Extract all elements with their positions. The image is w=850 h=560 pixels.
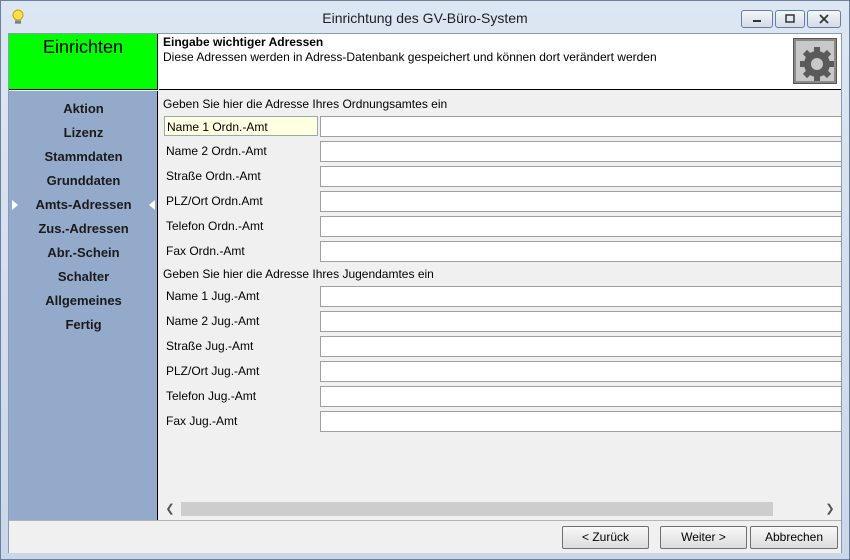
field-label: Straße Jug.-Amt [166, 339, 254, 353]
jug-street-input[interactable] [320, 336, 841, 357]
minimize-button[interactable] [741, 10, 773, 28]
close-icon [819, 14, 829, 24]
back-button[interactable]: < Zurück [562, 526, 649, 549]
field-label: PLZ/Ort Jug.-Amt [166, 364, 260, 378]
sidebar-item-schalter[interactable]: Schalter [9, 267, 158, 287]
sidebar-nav: Aktion Lizenz Stammdaten Grunddaten Amts… [9, 91, 158, 520]
jug-name1-input[interactable] [320, 286, 841, 307]
sidebar-item-zus-adressen[interactable]: Zus.-Adressen [9, 219, 158, 239]
field-label: Fax Jug.-Amt [166, 414, 238, 428]
ordnungsamt-heading: Geben Sie hier die Adresse Ihres Ordnung… [163, 97, 448, 111]
scrollbar-thumb[interactable] [181, 502, 773, 516]
sidebar-item-lizenz[interactable]: Lizenz [9, 123, 158, 143]
jug-zip-city-input[interactable] [320, 361, 841, 382]
page-header: Eingabe wichtiger Adressen Diese Adresse… [159, 34, 841, 90]
horizontal-scrollbar[interactable]: ❮ ❯ [159, 499, 841, 519]
jug-fax-input[interactable] [320, 411, 841, 432]
maximize-icon [785, 14, 795, 23]
cancel-button[interactable]: Abbrechen [750, 526, 838, 549]
sidebar-item-amts-adressen[interactable]: Amts-Adressen [9, 195, 158, 215]
address-form: Geben Sie hier die Adresse Ihres Ordnung… [159, 91, 841, 520]
field-label: Name 2 Ordn.-Amt [166, 144, 267, 158]
sidebar-item-abr-schein[interactable]: Abr.-Schein [9, 243, 158, 263]
client-area: Einrichten Eingabe wichtiger Adressen Di… [8, 33, 842, 553]
page-title: Eingabe wichtiger Adressen [163, 35, 324, 49]
setup-window: Einrichtung des GV-Büro-System Einrichte… [0, 0, 850, 560]
jug-phone-input[interactable] [320, 386, 841, 407]
field-label: Telefon Ordn.-Amt [166, 219, 264, 233]
maximize-button[interactable] [775, 10, 805, 28]
sidebar-item-allgemeines[interactable]: Allgemeines [9, 291, 158, 311]
field-label: PLZ/Ort Ordn.Amt [166, 194, 263, 208]
next-button[interactable]: Weiter > [660, 526, 747, 549]
scroll-left-icon[interactable]: ❮ [163, 501, 177, 517]
window-title: Einrichtung des GV-Büro-System [322, 10, 528, 26]
ordn-fax-input[interactable] [320, 241, 841, 262]
ordn-phone-input[interactable] [320, 216, 841, 237]
selected-arrow-right-icon [149, 200, 155, 210]
field-label: Telefon Jug.-Amt [166, 389, 257, 403]
field-label: Name 1 Jug.-Amt [166, 289, 260, 303]
ordn-zip-city-input[interactable] [320, 191, 841, 212]
jug-name2-input[interactable] [320, 311, 841, 332]
sidebar-item-stammdaten[interactable]: Stammdaten [9, 147, 158, 167]
field-label: Straße Ordn.-Amt [166, 169, 261, 183]
sidebar-item-label: Amts-Adressen [35, 197, 132, 212]
jugendamt-heading: Geben Sie hier die Adresse Ihres Jugenda… [163, 267, 434, 281]
ordn-name1-input[interactable] [320, 116, 841, 137]
field-label: Fax Ordn.-Amt [166, 244, 245, 258]
section-label: Einrichten [42, 37, 124, 57]
close-button[interactable] [807, 10, 841, 28]
button-bar: < Zurück Weiter > Abbrechen [9, 520, 841, 553]
ordn-name2-input[interactable] [320, 141, 841, 162]
gear-icon [793, 38, 837, 84]
field-label: Name 2 Jug.-Amt [166, 314, 260, 328]
section-panel: Einrichten [9, 34, 158, 90]
title-bar[interactable]: Einrichtung des GV-Büro-System [1, 1, 849, 33]
page-subtitle: Diese Adressen werden in Adress-Datenban… [163, 50, 657, 64]
ordn-street-input[interactable] [320, 166, 841, 187]
sidebar-item-aktion[interactable]: Aktion [9, 99, 158, 119]
sidebar-item-fertig[interactable]: Fertig [9, 315, 158, 335]
field-label: Name 1 Ordn.-Amt [164, 116, 318, 136]
selected-arrow-left-icon [12, 200, 18, 210]
sidebar-item-grunddaten[interactable]: Grunddaten [9, 171, 158, 191]
scroll-right-icon[interactable]: ❯ [823, 501, 837, 517]
minimize-icon [753, 20, 761, 22]
